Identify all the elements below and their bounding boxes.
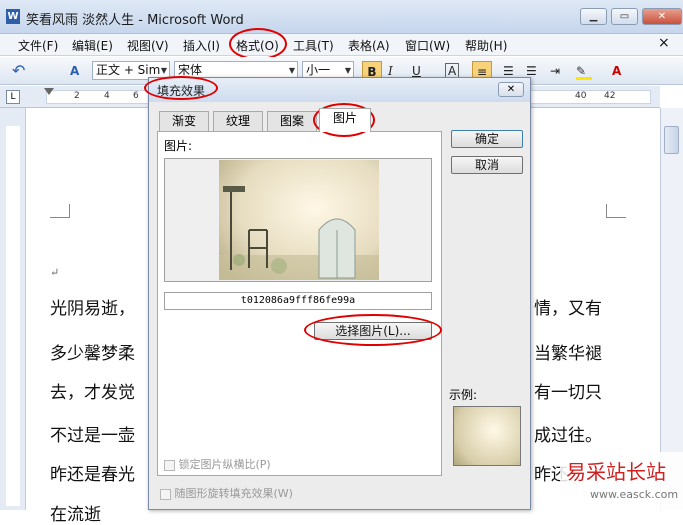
menu-file[interactable]: 文件(F) [18, 37, 58, 54]
fill-effects-dialog: 填充效果 ✕ 渐变 纹理 图案 图片 图片: t012086a9fff86fe9… [148, 77, 531, 510]
font-color-button[interactable]: A [612, 61, 621, 81]
ruler-number: 6 [133, 91, 139, 101]
ruler-number: 2 [74, 91, 80, 101]
page-corner-right [606, 204, 626, 218]
lock-aspect-row: 锁定图片纵横比(P) [164, 456, 271, 472]
menu-view[interactable]: 视图(V) [127, 37, 169, 54]
doc-line-right: 当繁华褪 [534, 344, 602, 364]
indent-icon[interactable]: ⇥ [550, 61, 560, 81]
menu-bar: 文件(F) 编辑(E) 视图(V) 插入(I) 格式(O) 工具(T) 表格(A… [0, 34, 683, 56]
picture-preview-image [219, 160, 379, 280]
doc-line: 不过是一壶 [50, 426, 135, 446]
page-corner-left [50, 204, 70, 218]
picture-tab-panel: 图片: t012086a9fff86fe99a 选择图片(L)... 锁定图片纵… [157, 131, 442, 476]
close-window-button[interactable]: ✕ [642, 8, 682, 25]
menu-insert[interactable]: 插入(I) [183, 37, 220, 54]
lock-aspect-checkbox[interactable] [164, 459, 175, 471]
dialog-close-button[interactable]: ✕ [498, 82, 524, 97]
paragraph-mark: ↵ [50, 266, 60, 279]
doc-line: 光阴易逝， [50, 299, 135, 319]
styles-icon[interactable]: A [70, 61, 79, 81]
scroll-thumb[interactable] [664, 126, 679, 154]
doc-line-right: 有一切只 [534, 383, 602, 403]
vertical-scrollbar[interactable] [660, 108, 683, 510]
rotate-fill-label: 随图形旋转填充效果(W) [174, 487, 293, 500]
highlight-format-menu [229, 28, 287, 60]
tab-gradient[interactable]: 渐变 [159, 111, 209, 131]
sample-label: 示例: [449, 388, 478, 402]
title-bar: W 笑看风雨 淡然人生 - Microsoft Word ▁ ▭ ✕ [0, 0, 683, 34]
doc-line: 去，才发觉 [50, 383, 135, 403]
highlight-select-picture [304, 314, 442, 346]
rotate-fill-row: 随图形旋转填充效果(W) [160, 485, 293, 501]
sample-preview [453, 406, 521, 466]
window-title: 笑看风雨 淡然人生 - Microsoft Word [26, 13, 244, 28]
doc-line-right: 情，又有 [534, 299, 602, 319]
cancel-button[interactable]: 取消 [451, 156, 523, 174]
tab-pattern[interactable]: 图案 [267, 111, 317, 131]
menu-help[interactable]: 帮助(H) [465, 37, 507, 54]
undo-icon[interactable]: ↶ [12, 61, 25, 81]
ok-button[interactable]: 确定 [451, 130, 523, 148]
maximize-button[interactable]: ▭ [611, 8, 638, 25]
indent-marker[interactable] [44, 88, 54, 106]
doc-line: 昨还是春光 [50, 465, 135, 485]
watermark: 易采站长站 www.easck.com [560, 452, 683, 510]
ruler-number: 4 [104, 91, 110, 101]
watermark-text: 易采站长站 [566, 460, 666, 484]
watermark-url: www.easck.com [590, 488, 679, 501]
picture-label: 图片: [164, 139, 193, 153]
tab-picture[interactable]: 图片 [319, 108, 371, 132]
menu-tools[interactable]: 工具(T) [293, 37, 334, 54]
rotate-fill-checkbox[interactable] [160, 488, 171, 500]
word-app-icon[interactable]: W [6, 9, 20, 24]
tab-texture[interactable]: 纹理 [213, 111, 263, 131]
highlight-icon[interactable]: ✎ [576, 61, 592, 81]
document-close-button[interactable]: × [658, 35, 670, 51]
doc-line: 多少馨梦柔 [50, 344, 135, 364]
ruler-number: 42 [604, 91, 616, 101]
tab-selector[interactable]: L [6, 90, 20, 104]
doc-line: 在流逝 [50, 505, 101, 525]
picture-preview-frame [164, 158, 432, 282]
vertical-ruler [0, 108, 26, 510]
picture-filename-box: t012086a9fff86fe99a [164, 292, 432, 310]
highlight-dialog-title [144, 76, 218, 100]
lock-aspect-label: 锁定图片纵横比(P) [178, 458, 271, 471]
minimize-button[interactable]: ▁ [580, 8, 607, 25]
menu-edit[interactable]: 编辑(E) [72, 37, 113, 54]
menu-window[interactable]: 窗口(W) [405, 37, 450, 54]
doc-line-right: 成过往。 [534, 426, 602, 446]
menu-table[interactable]: 表格(A) [348, 37, 390, 54]
ruler-number: 40 [575, 91, 587, 101]
